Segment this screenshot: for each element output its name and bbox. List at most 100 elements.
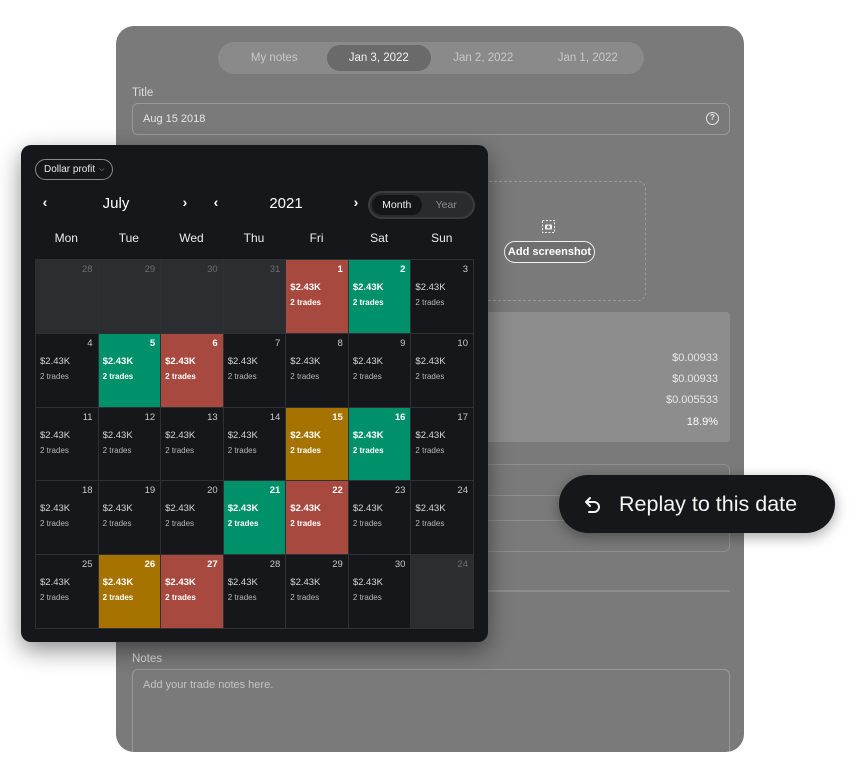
calendar-day[interactable]: 6 $2.43K 2 trades — [161, 333, 224, 408]
calendar-day[interactable]: 11 $2.43K 2 trades — [36, 407, 99, 482]
day-trades: 2 trades — [415, 519, 445, 529]
calendar-day-outside: 24 — [411, 555, 474, 629]
day-profit: $2.43K — [227, 355, 258, 367]
day-number: 12 — [144, 411, 156, 423]
next-year-button[interactable]: › — [349, 194, 363, 210]
calendar-day[interactable]: 9 $2.43K 2 trades — [348, 333, 412, 408]
day-profit: $2.43K — [165, 429, 196, 441]
day-trades: 2 trades — [40, 519, 69, 529]
calendar-day[interactable]: 21 $2.43K 2 trades — [223, 481, 287, 556]
calendar-day[interactable]: 15 $2.43K 2 trades — [286, 407, 349, 482]
replay-label: Replay to this date — [619, 491, 798, 516]
calendar-day-outside: 30 — [161, 260, 224, 334]
tab-jan-1-2022[interactable]: Jan 1, 2022 — [536, 45, 641, 71]
day-number: 29 — [332, 559, 343, 571]
undo-arrow-icon — [585, 497, 600, 513]
day-trades: 2 trades — [165, 593, 196, 603]
calendar-day[interactable]: 20 $2.43K 2 trades — [161, 481, 224, 556]
calendar-day[interactable]: 2 $2.43K 2 trades — [348, 260, 412, 334]
tab-jan-2-2022[interactable]: Jan 2, 2022 — [431, 45, 536, 71]
help-icon[interactable]: ? — [706, 112, 719, 125]
day-profit: $2.43K — [102, 429, 133, 441]
calendar-day[interactable]: 28 $2.43K 2 trades — [223, 555, 287, 629]
day-trades: 2 trades — [40, 371, 69, 381]
day-number: 28 — [269, 559, 281, 571]
calendar-day[interactable]: 8 $2.43K 2 trades — [286, 333, 349, 408]
calendar-day[interactable]: 3 $2.43K 2 trades — [411, 260, 474, 334]
day-profit: $2.43K — [40, 429, 71, 441]
day-trades: 2 trades — [352, 445, 384, 455]
weekday-label: Sun — [431, 231, 453, 245]
day-profit: $2.43K — [290, 577, 321, 589]
calendar-day[interactable]: 18 $2.43K 2 trades — [36, 481, 99, 556]
calendar-day[interactable]: 14 $2.43K 2 trades — [223, 407, 287, 482]
day-number: 2 — [400, 264, 406, 275]
calendar-day[interactable]: 23 $2.43K 2 trades — [348, 481, 412, 556]
calendar-day[interactable]: 30 $2.43K 2 trades — [348, 555, 412, 629]
date-tabs: My notes Jan 3, 2022 Jan 2, 2022 Jan 1, … — [218, 42, 644, 74]
day-profit: $2.43K — [352, 503, 383, 515]
day-trades: 2 trades — [165, 445, 195, 455]
year-label: 2021 — [269, 195, 303, 212]
calendar-day[interactable]: 13 $2.43K 2 trades — [161, 407, 224, 482]
add-screenshot-button[interactable]: Add screenshot — [504, 241, 595, 263]
calendar-day[interactable]: 1 $2.43K 2 trades — [286, 260, 349, 334]
day-number: 9 — [400, 337, 406, 349]
calendar-day[interactable]: 4 $2.43K 2 trades — [36, 333, 99, 408]
day-trades: 2 trades — [40, 445, 69, 455]
day-trades: 2 trades — [352, 593, 382, 603]
calendar-day[interactable]: 27 $2.43K 2 trades — [161, 555, 224, 629]
day-profit: $2.43K — [290, 355, 321, 367]
calendar-day[interactable]: 25 $2.43K 2 trades — [36, 555, 99, 629]
day-profit: $2.43K — [102, 577, 134, 589]
day-trades: 2 trades — [165, 519, 195, 529]
day-number: 24 — [457, 485, 468, 497]
view-year-option[interactable]: Year — [422, 195, 472, 215]
calendar-day[interactable]: 12 $2.43K 2 trades — [98, 407, 162, 482]
title-input[interactable]: Aug 15 2018 ? — [132, 103, 730, 135]
day-number: 23 — [394, 485, 406, 497]
day-number: 29 — [144, 264, 156, 275]
calendar-day[interactable]: 19 $2.43K 2 trades — [98, 481, 162, 556]
day-number: 27 — [207, 559, 218, 571]
calendar-day[interactable]: 7 $2.43K 2 trades — [223, 333, 287, 408]
weekday-label: Thu — [243, 231, 265, 245]
title-value: Aug 15 2018 — [143, 113, 206, 125]
calendar-day[interactable]: 24 $2.43K 2 trades — [411, 481, 474, 556]
day-trades: 2 trades — [415, 445, 445, 455]
calendar-day[interactable]: 22 $2.43K 2 trades — [286, 481, 349, 556]
day-profit: $2.43K — [227, 577, 258, 589]
day-profit: $2.43K — [165, 577, 196, 589]
day-trades: 2 trades — [102, 593, 134, 603]
prev-year-button[interactable]: ‹ — [209, 194, 223, 210]
replay-to-date-button[interactable]: Replay to this date — [559, 475, 835, 533]
calendar-day[interactable]: 10 $2.43K 2 trades — [411, 333, 474, 408]
notes-placeholder: Add your trade notes here. — [143, 679, 274, 691]
view-month-option[interactable]: Month — [372, 195, 422, 215]
calendar-day[interactable]: 5 $2.43K 2 trades — [98, 333, 162, 408]
weekday-label: Sat — [370, 231, 389, 245]
day-trades: 2 trades — [40, 593, 69, 603]
day-number: 15 — [332, 411, 343, 423]
day-trades: 2 trades — [352, 298, 384, 307]
calendar-day[interactable]: 16 $2.43K 2 trades — [348, 407, 412, 482]
day-number: 16 — [394, 411, 406, 423]
day-number: 30 — [207, 264, 218, 275]
next-month-button[interactable]: › — [178, 194, 192, 210]
day-number: 5 — [149, 337, 156, 349]
day-number: 8 — [337, 337, 343, 349]
day-number: 31 — [269, 264, 281, 275]
notes-textarea[interactable]: Add your trade notes here. — [132, 669, 730, 752]
calendar-day[interactable]: 26 $2.43K 2 trades — [98, 555, 162, 629]
calendar-day[interactable]: 29 $2.43K 2 trades — [286, 555, 349, 629]
title-label: Title — [132, 87, 154, 99]
tab-jan-3-2022[interactable]: Jan 3, 2022 — [326, 45, 431, 71]
prev-month-button[interactable]: ‹ — [38, 194, 52, 210]
day-trades: 2 trades — [227, 445, 257, 455]
day-trades: 2 trades — [290, 519, 321, 529]
metric-dropdown[interactable]: Dollar profit ⌵ — [35, 159, 114, 180]
tab-my-notes[interactable]: My notes — [222, 45, 327, 71]
day-profit: $2.43K — [102, 503, 133, 515]
calendar-day[interactable]: 17 $2.43K 2 trades — [411, 407, 474, 482]
day-profit: $2.43K — [415, 282, 446, 293]
